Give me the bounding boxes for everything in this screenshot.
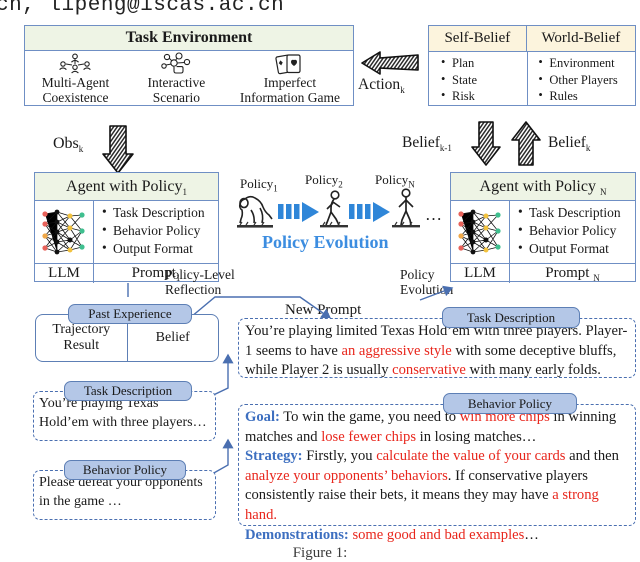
text-segment: Strategy: [245, 448, 303, 465]
behavior-policy-strategy-line: Strategy: Firstly, you calculate the val… [245, 447, 629, 525]
text-segment: lose fewer chips [321, 428, 417, 445]
task-description-big-text: You’re playing limited Texas Hold’em wit… [245, 323, 627, 378]
behavior-policy-goal-line: Goal: To win the game, you need to win m… [245, 408, 629, 447]
figure-caption: Figure 1: [292, 545, 348, 561]
task-description-small-tag: Task Description [64, 381, 192, 401]
behavior-policy-big-tag: Behavior Policy [443, 393, 577, 414]
behavior-policy-small-line: in the game … [39, 494, 122, 509]
text-segment: To win the game, you need to [279, 409, 460, 425]
behavior-policy-big-box: Goal: To win the game, you need to win m… [238, 404, 636, 543]
text-segment: in losing matches… [416, 428, 537, 445]
task-description-big-tag: Task Description [442, 307, 580, 328]
behavior-policy-small-tag: Behavior Policy [64, 460, 186, 480]
text-segment: calculate the value of your cards [376, 448, 566, 465]
text-segment: an aggressive style [341, 342, 452, 359]
text-segment: and then [565, 448, 619, 465]
past-experience-tag: Past Experience [68, 304, 192, 324]
text-segment: conservative [392, 362, 466, 378]
text-segment: analyze your opponents’ behaviors [245, 467, 448, 484]
behavior-policy-demonstrations-line: Demonstrations: some good and bad exampl… [245, 526, 629, 546]
text-segment: … [524, 526, 539, 543]
text-segment: some good and bad examples [352, 526, 525, 543]
task-description-small-line: Hold’em with three players… [39, 415, 207, 430]
text-segment: Goal: [245, 409, 280, 425]
text-segment: Demonstrations: [245, 526, 349, 543]
text-segment: with many early folds. [465, 362, 601, 378]
text-segment: Firstly, you [302, 448, 377, 465]
